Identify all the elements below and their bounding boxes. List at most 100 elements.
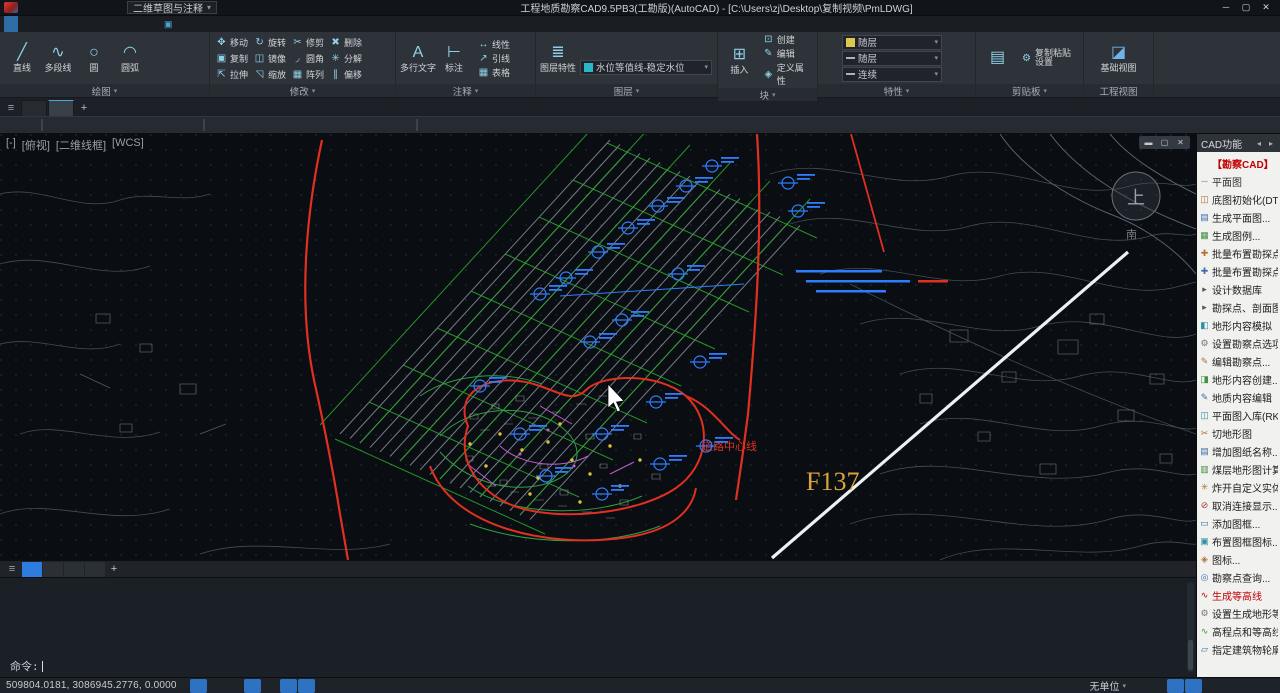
tool-icon[interactable] [243,118,259,133]
cad-function-item[interactable]: ▤ 增加图纸名称... [1197,442,1280,460]
tool-icon[interactable] [41,119,43,131]
cad-function-item[interactable]: ⊘ 取消连接显示... [1197,496,1280,514]
block-small-button[interactable]: ⊡ 创建 [761,33,813,46]
panel-label-properties[interactable]: 特性 ▾ [818,84,975,98]
cad-function-item[interactable]: ▥ 煤层地形图计算 [1197,460,1280,478]
cad-function-item[interactable]: ▣ 布置图框图标... [1197,532,1280,550]
tool-icon[interactable] [345,118,361,133]
ribbon-tab[interactable] [130,16,144,32]
cad-function-item[interactable]: ◫ 底图初始化(DT) [1197,190,1280,208]
snap-icon[interactable] [208,679,225,693]
tool-icon[interactable] [203,119,205,131]
property-dropdown[interactable]: 随层 ▾ [842,50,942,66]
viewport-style-button[interactable]: [二维线框] [56,137,106,153]
cad-function-item[interactable]: ✎ 编辑勘察点... [1197,352,1280,370]
ribbon-tab[interactable] [102,16,116,32]
layer-tool-icon[interactable] [614,43,627,58]
polyline-tool-button[interactable]: ∿ 多段线 [40,33,76,83]
tool-icon[interactable] [132,118,148,133]
cad-function-item[interactable]: ⚙ 设置生成地形等高线 [1197,604,1280,622]
customization-icon[interactable] [1257,679,1274,693]
transparency-icon[interactable] [334,679,351,693]
tool-icon[interactable] [456,118,472,133]
isolate-objects-icon[interactable] [1239,679,1256,693]
modify-tool-button[interactable]: ◫ 镜像 [252,50,288,66]
lineweight-icon[interactable] [316,679,333,693]
draw-small-tool-icon[interactable] [169,67,185,82]
modify-tool-button[interactable]: ✥ 移动 [214,34,250,50]
cad-drawing[interactable]: 道路中心线 F137 上 南 [0,134,1196,560]
tool-icon[interactable] [21,118,37,133]
tool-icon[interactable] [98,118,114,133]
tool-icon[interactable] [507,118,523,133]
new-layout-button[interactable]: + [106,563,122,575]
cad-function-item[interactable]: ▤ 生成平面图... [1197,208,1280,226]
app-logo-icon[interactable] [4,2,18,13]
tool-icon[interactable] [473,118,489,133]
cad-function-item[interactable]: ◫ 平面图入库(RK) [1197,406,1280,424]
panel-label-modify[interactable]: 修改 ▾ [210,84,395,98]
base-view-button[interactable]: ◪ 基础视图 [1101,33,1137,83]
workspace-switcher[interactable]: 二维草图与注释 ▾ [127,1,218,15]
workspace-gear-icon[interactable] [1185,678,1202,693]
command-scrollbar[interactable] [1187,582,1194,672]
block-small-button[interactable]: ◈ 定义属性 [761,61,813,87]
property-dropdown[interactable]: 连续 ▾ [842,66,942,82]
cad-function-item[interactable]: ▱ 指定建筑物轮廓 [1197,640,1280,658]
tool-icon[interactable] [524,118,540,133]
cad-function-item[interactable]: ✎ 地质内容编辑 [1197,388,1280,406]
ribbon-tab[interactable] [88,16,102,32]
layout-tab[interactable] [22,561,42,577]
block-small-button[interactable]: ✎ 编辑 [761,47,813,60]
circle-tool-button[interactable]: ○ 圆 [76,33,112,83]
dynamic-ucs-icon[interactable] [370,679,387,693]
modify-tool-button[interactable]: ✖ 删除 [328,34,364,50]
object-snap-icon[interactable] [297,678,315,693]
annotate-small-button[interactable]: ↗ 引线 [476,52,512,65]
tool-icon[interactable] [362,118,378,133]
isodraft-icon[interactable] [262,679,279,693]
property-tool-icon[interactable] [822,43,838,58]
arc-tool-button[interactable]: ◠ 圆弧 [112,33,148,83]
cad-function-item[interactable]: ─ 平面图 [1197,172,1280,190]
ribbon-tab[interactable] [4,16,18,32]
tool-icon[interactable] [311,118,327,133]
panel-label-layers[interactable]: 图层 ▾ [536,84,717,98]
modify-tool-button[interactable]: ▦ 阵列 [290,66,326,82]
tool-icon[interactable] [4,118,20,133]
annotate-small-button[interactable]: ▦ 表格 [476,66,512,79]
doc-restore-button[interactable]: ▢ [1157,136,1172,149]
property-tool-icon[interactable] [822,59,838,74]
cad-function-item[interactable]: ⚙ 设置勘察点选项... [1197,334,1280,352]
new-drawing-tab-button[interactable]: + [75,100,93,116]
modify-tool-button[interactable]: ↻ 旋转 [252,34,288,50]
panel-label-draw[interactable]: 绘图 ▾ [0,84,209,98]
tool-icon[interactable] [47,118,63,133]
annotation-autoscale-icon[interactable] [1149,679,1166,693]
modify-tool-button[interactable]: ✳ 分解 [328,50,364,66]
maximize-button[interactable]: ▢ [1236,2,1256,13]
panel-label-engineering-views[interactable]: 工程视图 [1084,84,1153,98]
cad-function-item[interactable]: ✚ 批量布置勘探点 [1197,262,1280,280]
tool-icon[interactable] [422,118,438,133]
lock-ui-icon[interactable] [1221,679,1238,693]
tool-icon[interactable] [149,118,165,133]
modify-tool-button[interactable]: ◞ 圆角 [290,50,326,66]
insert-block-button[interactable]: ⊞ 插入 [722,35,757,85]
layer-tool-icon[interactable] [582,43,595,58]
ribbon-tab[interactable] [46,16,60,32]
layout-tab[interactable] [64,561,84,577]
copy-paste-settings-button[interactable]: ⚙ 复制粘贴设置 [1019,49,1079,67]
draw-small-tool-icon[interactable] [152,51,168,66]
modify-tool-button[interactable]: ∥ 偏移 [328,66,364,82]
doc-minimize-button[interactable]: ▬ [1141,136,1156,149]
tool-icon[interactable] [490,118,506,133]
line-tool-button[interactable]: ╱ 直线 [4,33,40,83]
draw-small-tool-icon[interactable] [152,67,168,82]
modify-tool-button[interactable]: ◹ 缩放 [252,66,288,82]
units-dropdown[interactable]: 无单位 ▾ [1085,678,1130,693]
layout-tab[interactable] [43,561,63,577]
doc-close-button[interactable]: ✕ [1173,136,1188,149]
panel-scroll-left-icon[interactable]: ◂ [1254,139,1264,148]
cad-function-item[interactable]: ▸ 勘探点、剖面图 [1197,298,1280,316]
